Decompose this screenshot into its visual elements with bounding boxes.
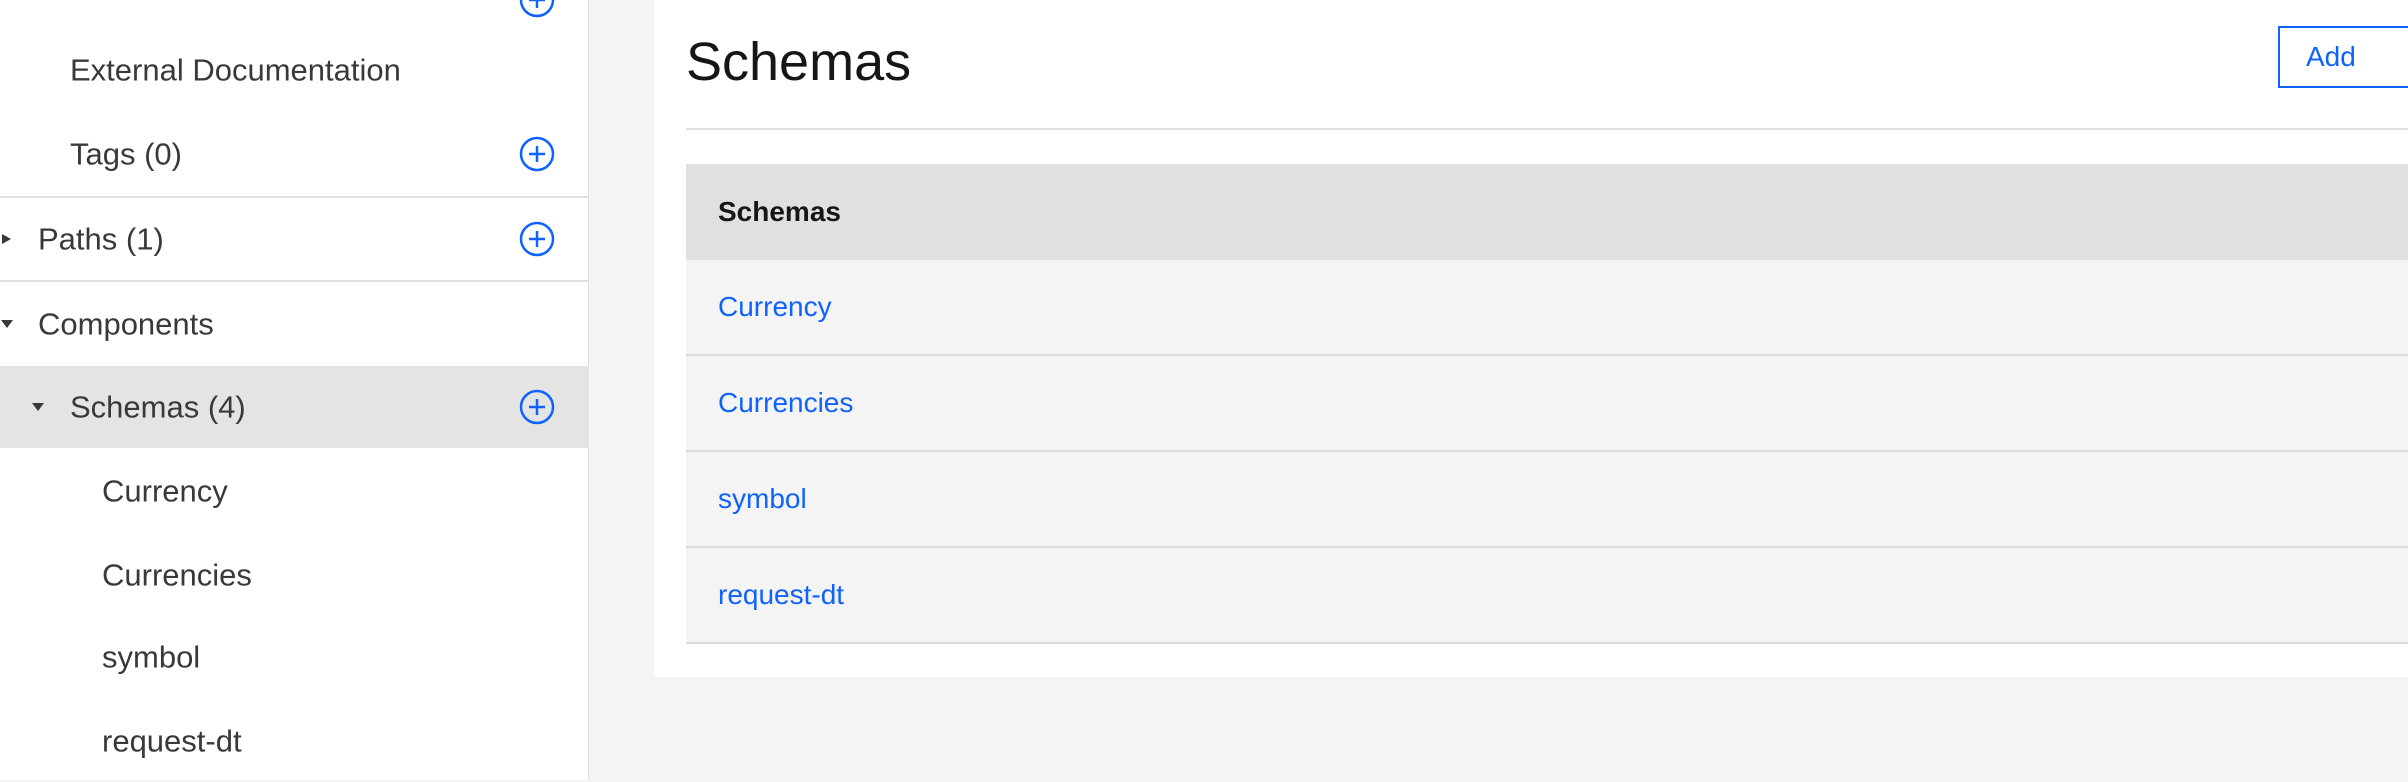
schema-link[interactable]: Currency (718, 293, 832, 321)
table-row: request-dt (686, 548, 2408, 644)
sidebar-item-components[interactable]: Components (0, 282, 589, 366)
title-divider (686, 128, 2408, 130)
sidebar-item-label: symbol (102, 639, 201, 675)
caret-right-icon[interactable] (0, 232, 14, 246)
sidebar-item-label: Tags (0) (70, 136, 182, 172)
schema-link[interactable]: Currencies (718, 389, 853, 417)
sidebar-item-currencies[interactable]: Currencies (0, 534, 589, 616)
sidebar-item-external-documentation[interactable]: External Documentation (0, 28, 589, 112)
sidebar: External Documentation Tags (0) Paths (1… (0, 0, 589, 780)
add-circle-icon[interactable] (519, 0, 555, 18)
add-circle-icon[interactable] (519, 221, 555, 257)
sidebar-item-label: Components (38, 306, 214, 342)
schema-link[interactable]: symbol (718, 485, 807, 513)
add-circle-icon[interactable] (519, 136, 555, 172)
table-row: Currencies (686, 356, 2408, 452)
sidebar-item-tags[interactable]: Tags (0) (0, 112, 589, 196)
sidebar-item-paths[interactable]: Paths (1) (0, 198, 589, 280)
sidebar-item-request-dt[interactable]: request-dt (0, 700, 589, 782)
sidebar-item-schemas[interactable]: Schemas (4) (0, 366, 589, 448)
schemas-panel: Schemas Add Schemas Currency Currencies … (654, 0, 2408, 677)
table-header: Schemas (686, 164, 2408, 260)
page-title: Schemas (686, 32, 912, 92)
caret-down-icon[interactable] (31, 400, 45, 414)
sidebar-item-label: External Documentation (70, 52, 401, 88)
sidebar-item-label: request-dt (102, 723, 242, 759)
sidebar-item-label: Paths (1) (38, 221, 164, 257)
caret-down-icon[interactable] (0, 317, 14, 331)
sidebar-item-label: Schemas (4) (70, 389, 246, 425)
table-header-label: Schemas (718, 196, 841, 227)
schema-link[interactable]: request-dt (718, 581, 844, 609)
add-circle-icon[interactable] (519, 389, 555, 425)
table-row: symbol (686, 452, 2408, 548)
sidebar-item-label: Currencies (102, 557, 252, 593)
add-button[interactable]: Add (2278, 26, 2408, 88)
schemas-table: Schemas Currency Currencies symbol reque… (686, 164, 2408, 644)
sidebar-item-currency[interactable]: Currency (0, 450, 589, 532)
sidebar-item-symbol[interactable]: symbol (0, 616, 589, 698)
table-row: Currency (686, 260, 2408, 356)
sidebar-item-label: Currency (102, 473, 228, 509)
